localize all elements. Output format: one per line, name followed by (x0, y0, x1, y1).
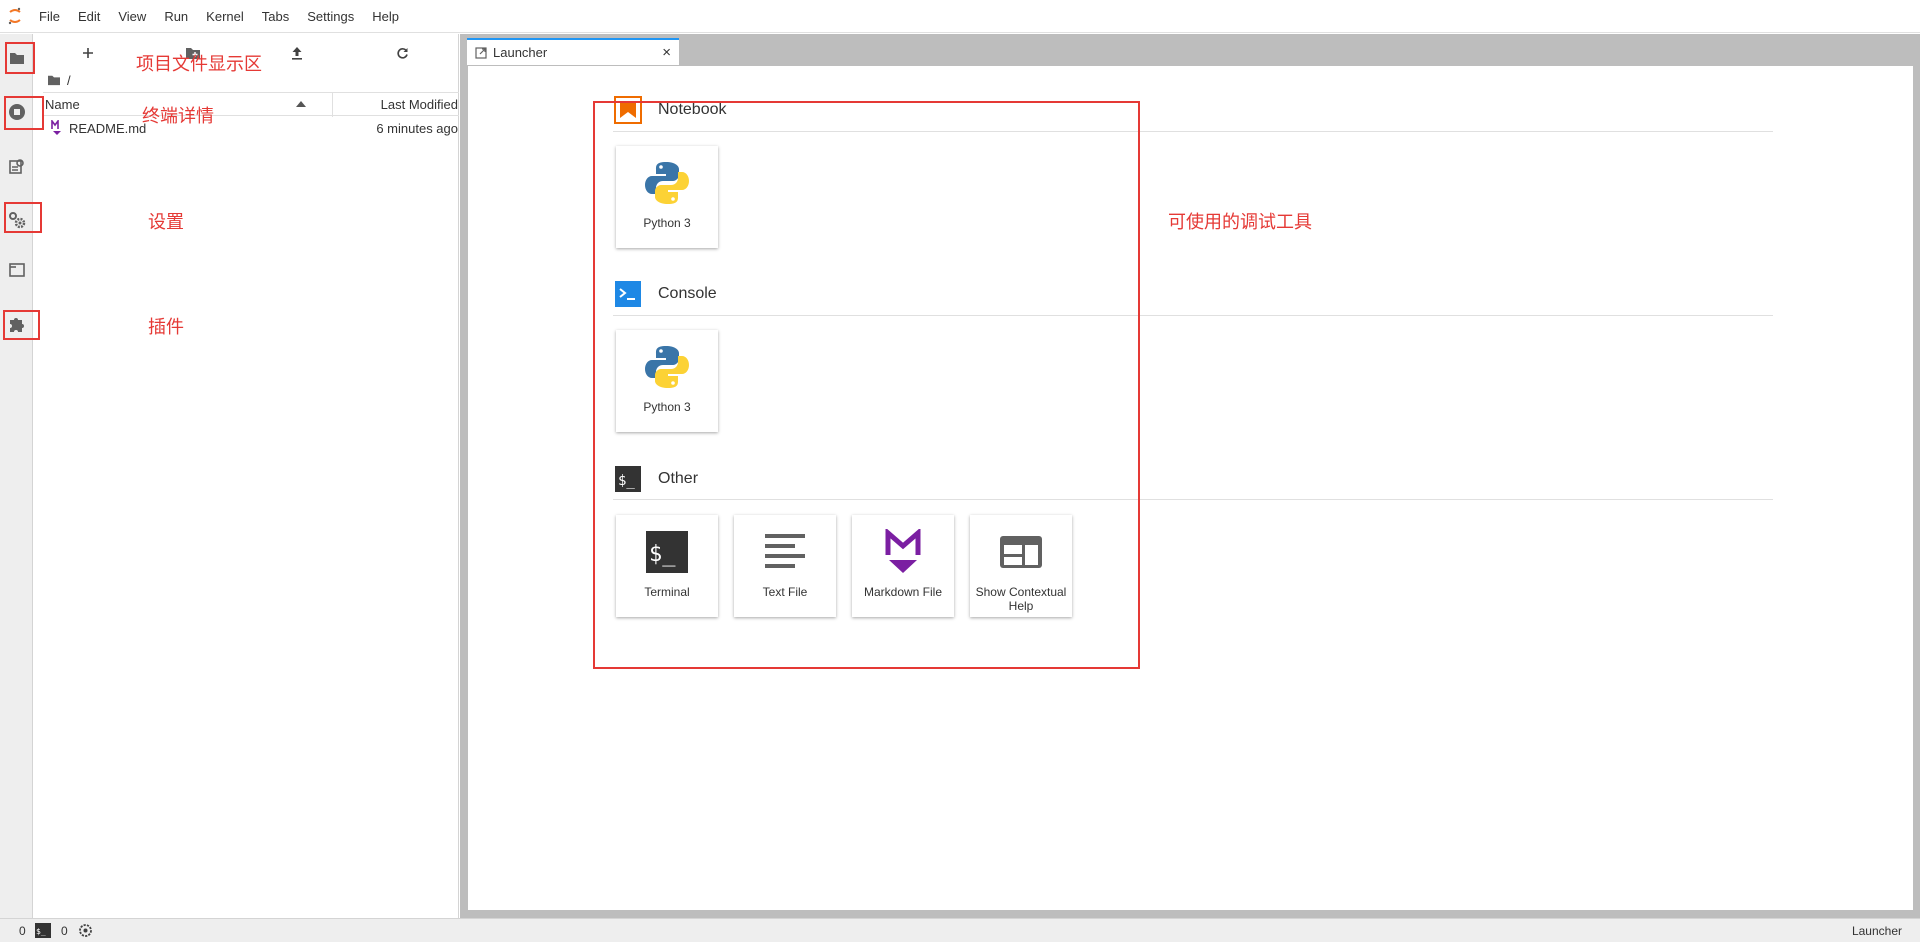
file-browser-panel: / Name Last Modified README.md 6 minutes… (33, 34, 459, 918)
annotation-settings: 设置 (148, 212, 184, 233)
file-modified: 6 minutes ago (376, 121, 458, 136)
menu-run[interactable]: Run (155, 0, 197, 33)
status-bar: 0 $_ 0 Launcher (0, 918, 1920, 942)
menu-file[interactable]: File (30, 0, 69, 33)
annotation-project-files: 项目文件显示区 (136, 54, 262, 75)
annotation-box-files (5, 42, 35, 74)
breadcrumb: / (47, 70, 71, 90)
column-divider[interactable] (332, 93, 333, 117)
tabs-tab[interactable] (0, 250, 33, 290)
command-palette-tab[interactable] (0, 146, 33, 186)
column-last-modified[interactable]: Last Modified (381, 97, 458, 112)
terminal-count[interactable]: 0 (61, 924, 68, 938)
close-icon[interactable]: × (662, 44, 671, 61)
upload-icon (292, 47, 302, 60)
left-sidebar (0, 34, 33, 918)
menu-help[interactable]: Help (363, 0, 408, 33)
menu-tabs[interactable]: Tabs (253, 0, 298, 33)
upload-button[interactable] (282, 40, 312, 66)
column-name[interactable]: Name (45, 97, 80, 112)
breadcrumb-root[interactable]: / (67, 73, 71, 88)
menu-kernel[interactable]: Kernel (197, 0, 253, 33)
annotation-box-settings (4, 202, 42, 233)
sort-ascending-icon (296, 101, 306, 107)
plus-icon (83, 48, 93, 58)
palette-icon (8, 159, 24, 174)
annotation-debug-tools: 可使用的调试工具 (1168, 212, 1312, 233)
kernel-count[interactable]: 0 (19, 924, 26, 938)
jupyter-logo-icon (0, 0, 30, 33)
tab-window-icon (8, 263, 25, 277)
terminal-icon[interactable]: $_ (35, 923, 51, 938)
menu-edit[interactable]: Edit (69, 0, 109, 33)
new-launcher-button[interactable] (73, 40, 103, 66)
menu-view[interactable]: View (109, 0, 155, 33)
annotation-box-terminals (4, 96, 44, 130)
tab-launcher[interactable]: Launcher × (467, 38, 679, 65)
tab-label: Launcher (493, 45, 548, 60)
file-row[interactable]: README.md 6 minutes ago (43, 118, 459, 140)
file-name: README.md (69, 121, 147, 136)
refresh-icon (396, 47, 408, 59)
menu-bar: File Edit View Run Kernel Tabs Settings … (0, 0, 1920, 33)
svg-text:$_: $_ (36, 927, 46, 936)
kernel-status-icon[interactable] (78, 923, 93, 938)
folder-icon[interactable] (47, 74, 61, 86)
menu-settings[interactable]: Settings (298, 0, 363, 33)
annotation-box-plugins (3, 310, 40, 340)
launcher-icon (475, 46, 487, 59)
annotation-plugins: 插件 (148, 317, 184, 338)
markdown-icon (51, 120, 61, 135)
status-mode: Launcher (1851, 924, 1902, 938)
file-list-header: Name Last Modified (43, 92, 459, 117)
annotation-terminal-details: 终端详情 (142, 106, 214, 127)
annotation-box-launcher (593, 101, 1140, 669)
tab-bar: Launcher × (460, 34, 1920, 65)
refresh-button[interactable] (387, 40, 417, 66)
